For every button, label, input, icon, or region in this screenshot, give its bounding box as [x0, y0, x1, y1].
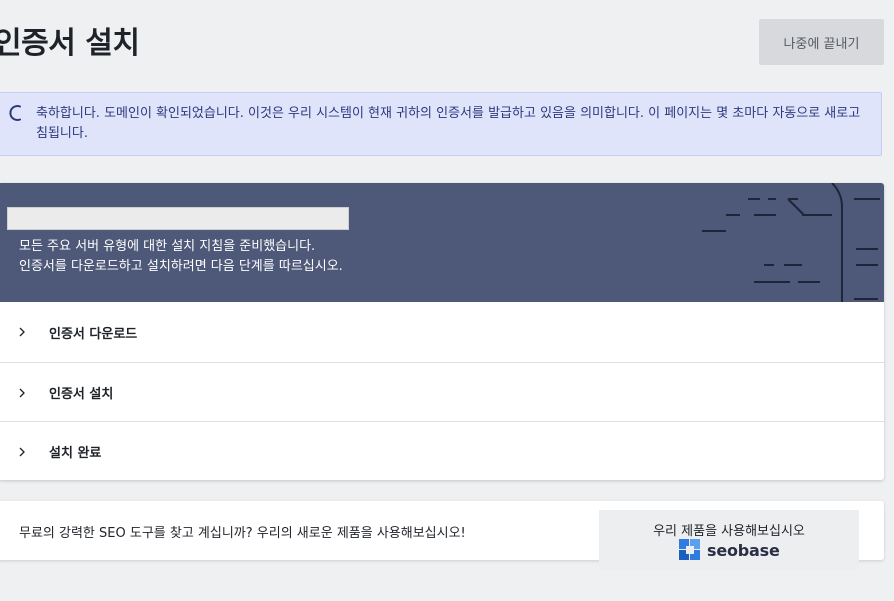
- header-description: 모든 주요 서버 유형에 대한 설치 지침을 준비했습니다. 인증서를 다운로드…: [19, 237, 343, 277]
- install-steps-card: 모든 주요 서버 유형에 대한 설치 지침을 준비했습니다. 인증서를 다운로드…: [0, 183, 884, 480]
- try-product-label: 우리 제품을 사용해보십시오: [653, 524, 805, 539]
- step-label: 인증서 설치: [49, 387, 114, 402]
- card-header: 모든 주요 서버 유형에 대한 설치 지침을 준비했습니다. 인증서를 다운로드…: [0, 183, 884, 302]
- banner-message: 축하합니다. 도메인이 확인되었습니다. 이것은 우리 시스템이 현재 귀하의 …: [36, 106, 861, 141]
- seobase-logo-icon: [679, 539, 700, 560]
- promo-card: 무료의 강력한 SEO 도구를 찾고 계십니까? 우리의 새로운 제품을 사용해…: [0, 501, 884, 570]
- chevron-right-icon: [19, 327, 25, 337]
- info-banner: 축하합니다. 도메인이 확인되었습니다. 이것은 우리 시스템이 현재 귀하의 …: [0, 92, 882, 156]
- header-placeholder-bar: [7, 207, 349, 230]
- step-download-certificate[interactable]: 인증서 다운로드: [0, 302, 884, 362]
- spinner-icon: [9, 105, 21, 121]
- header-line-1: 모든 주요 서버 유형에 대한 설치 지침을 준비했습니다.: [19, 239, 316, 254]
- seobase-logo: seobase: [679, 539, 780, 561]
- finish-later-button[interactable]: 나중에 끝내기: [759, 19, 884, 65]
- chevron-right-icon: [19, 447, 25, 456]
- step-label: 설치 완료: [49, 446, 102, 461]
- chevron-right-icon: [19, 388, 25, 397]
- seobase-logo-text: seobase: [707, 540, 780, 560]
- promo-text: 무료의 강력한 SEO 도구를 찾고 계십니까? 우리의 새로운 제품을 사용해…: [19, 526, 466, 541]
- header-line-2: 인증서를 다운로드하고 설치하려면 다음 단계를 따르십시오.: [19, 259, 343, 274]
- step-complete-installation[interactable]: 설치 완료: [0, 421, 884, 480]
- step-label: 인증서 다운로드: [49, 326, 138, 342]
- try-product-button[interactable]: 우리 제품을 사용해보십시오 seobase: [599, 510, 859, 570]
- step-install-certificate[interactable]: 인증서 설치: [0, 362, 884, 422]
- decorative-lines-illustration: [702, 183, 880, 302]
- page-title: 인증서 설치: [0, 26, 140, 61]
